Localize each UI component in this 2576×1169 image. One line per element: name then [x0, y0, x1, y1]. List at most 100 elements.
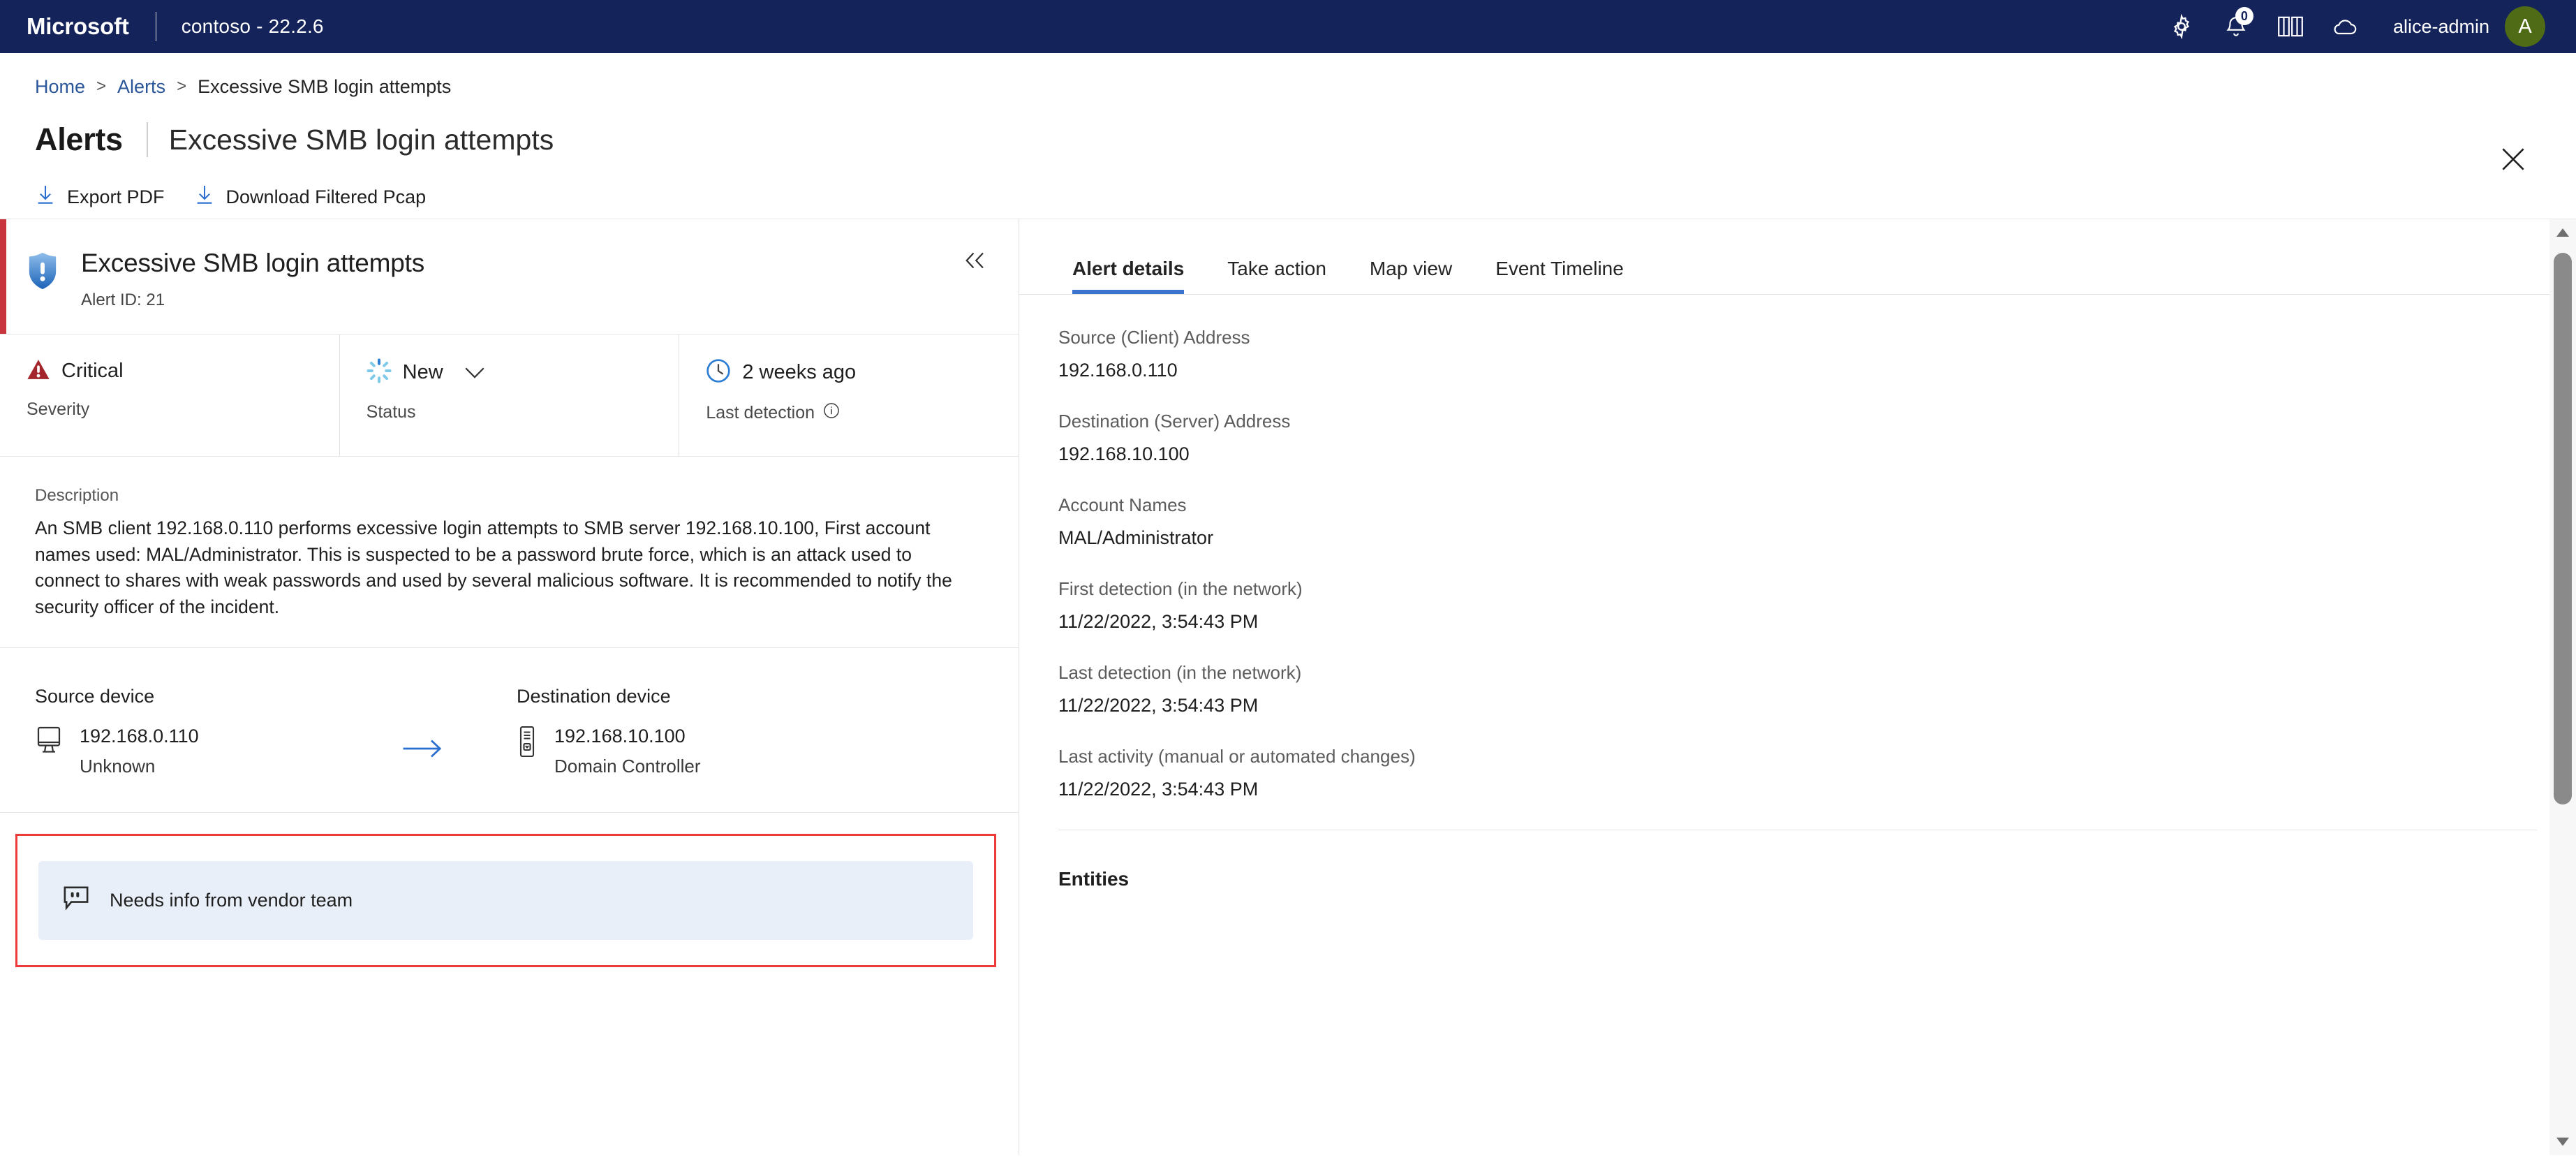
- breadcrumb-separator: >: [177, 77, 187, 96]
- download-filtered-pcap-label: Download Filtered Pcap: [225, 186, 427, 207]
- detail-value: 11/22/2022, 3:54:43 PM: [1058, 611, 1259, 632]
- scrollbar-thumb[interactable]: [2554, 253, 2572, 804]
- description-text: An SMB client 192.168.0.110 performs exc…: [35, 517, 952, 617]
- download-icon: [195, 184, 214, 210]
- detail-label: Last activity (manual or automated chang…: [1058, 746, 1416, 767]
- last-detection-label-text: Last detection: [706, 403, 815, 422]
- shield-alert-icon: [27, 251, 59, 294]
- tab-event-timeline[interactable]: Event Timeline: [1481, 258, 1638, 294]
- device-flow-block: Source device 192.168.0.110 Unknown Dest…: [0, 648, 1019, 813]
- page-title: Alerts Excessive SMB login attempts: [0, 99, 2576, 163]
- command-bar: Export PDF Download Filtered Pcap: [0, 163, 2576, 219]
- scrollbar-track[interactable]: [2549, 246, 2576, 1128]
- info-icon[interactable]: [823, 402, 840, 424]
- vertical-scrollbar[interactable]: [2549, 219, 2576, 1155]
- detail-value: MAL/Administrator: [1058, 527, 1214, 548]
- avatar[interactable]: A: [2505, 6, 2545, 47]
- detail-label: Source (Client) Address: [1058, 327, 1250, 348]
- alert-summary-panel: Excessive SMB login attempts Alert ID: 2…: [0, 219, 1019, 1155]
- destination-device-heading: Destination device: [517, 685, 671, 707]
- chevron-down-icon[interactable]: [464, 366, 485, 380]
- alert-header: Excessive SMB login attempts Alert ID: 2…: [0, 219, 1019, 334]
- severity-label: Severity: [27, 399, 90, 419]
- username-label[interactable]: alice-admin: [2393, 16, 2489, 38]
- clock-icon: [706, 358, 731, 387]
- download-filtered-pcap-button[interactable]: Download Filtered Pcap: [180, 177, 442, 217]
- detail-field: Destination (Server) Address 192.168.10.…: [1058, 411, 2534, 465]
- alert-meta-row: Critical Severity New Status 2 weeks ago…: [0, 334, 1019, 457]
- comment-text: Needs info from vendor team: [110, 889, 353, 911]
- source-device-ip[interactable]: 192.168.0.110: [80, 726, 199, 747]
- flow-arrow: [328, 686, 517, 760]
- notification-count-badge: 0: [2235, 7, 2253, 25]
- last-detection-label: Last detection: [706, 402, 1019, 424]
- detail-value: 192.168.10.100: [1058, 443, 1190, 464]
- top-navigation-bar: Microsoft contoso - 22.2.6 0 alice-admin…: [0, 0, 2576, 53]
- entities-heading: Entities: [1058, 868, 1130, 890]
- collapse-panel-icon[interactable]: [963, 250, 986, 275]
- severity-value: Critical: [61, 360, 124, 382]
- tab-take-action[interactable]: Take action: [1213, 258, 1340, 294]
- alert-id: Alert ID: 21: [81, 291, 165, 309]
- description-block: Description An SMB client 192.168.0.110 …: [0, 457, 1019, 648]
- detail-label: First detection (in the network): [1058, 578, 1303, 599]
- monitor-icon: [35, 726, 63, 758]
- tab-map-view[interactable]: Map view: [1356, 258, 1466, 294]
- breadcrumb-separator: >: [96, 77, 107, 96]
- comment-box[interactable]: Needs info from vendor team: [38, 860, 973, 940]
- critical-severity-icon: [27, 358, 50, 384]
- last-detection-cell: 2 weeks ago Last detection: [679, 334, 1019, 456]
- description-label: Description: [35, 486, 119, 505]
- alert-details-panel: Alert details Take action Map view Event…: [1019, 219, 2576, 1155]
- severity-accent-bar: [0, 219, 6, 334]
- breadcrumb-home[interactable]: Home: [35, 76, 85, 98]
- comment-icon: [62, 885, 90, 916]
- tab-alert-details[interactable]: Alert details: [1058, 258, 1198, 294]
- comment-highlight-region: Needs info from vendor team: [15, 833, 996, 967]
- bell-icon[interactable]: 0: [2209, 0, 2263, 53]
- status-label: Status: [366, 402, 416, 422]
- download-icon: [36, 184, 54, 210]
- alert-header-text: Excessive SMB login attempts Alert ID: 2…: [81, 249, 424, 310]
- cloud-icon[interactable]: [2318, 0, 2372, 53]
- detail-value: 11/22/2022, 3:54:43 PM: [1058, 695, 1259, 716]
- export-pdf-label: Export PDF: [67, 186, 165, 207]
- export-pdf-button[interactable]: Export PDF: [21, 177, 180, 217]
- alert-title: Excessive SMB login attempts: [81, 249, 425, 277]
- scroll-up-icon[interactable]: [2549, 219, 2576, 246]
- status-cell: New Status: [339, 334, 679, 456]
- detail-field: First detection (in the network) 11/22/2…: [1058, 578, 2534, 633]
- breadcrumb: Home > Alerts > Excessive SMB login atte…: [0, 53, 2576, 99]
- detail-label: Destination (Server) Address: [1058, 411, 1291, 432]
- new-status-icon: [367, 358, 392, 387]
- detail-field: Last activity (manual or automated chang…: [1058, 746, 2534, 800]
- destination-device-ip[interactable]: 192.168.10.100: [554, 726, 701, 747]
- page-title-sub: Excessive SMB login attempts: [168, 123, 554, 156]
- detail-value: 192.168.0.110: [1058, 360, 1178, 381]
- source-device-heading: Source device: [35, 685, 155, 707]
- detail-label: Account Names: [1058, 494, 1187, 515]
- last-detection-value: 2 weeks ago: [742, 361, 857, 383]
- book-icon[interactable]: [2263, 0, 2318, 53]
- main-content: Excessive SMB login attempts Alert ID: 2…: [0, 219, 2576, 1155]
- scroll-down-icon[interactable]: [2549, 1128, 2576, 1155]
- detail-tabs: Alert details Take action Map view Event…: [1019, 219, 2576, 295]
- tenant-label: contoso - 22.2.6: [181, 15, 324, 37]
- detail-label: Last detection (in the network): [1058, 662, 1302, 683]
- destination-device-column: Destination device 192.168.10.100 Domain…: [517, 686, 810, 777]
- close-icon[interactable]: [2494, 140, 2533, 179]
- detail-field: Last detection (in the network) 11/22/20…: [1058, 662, 2534, 716]
- source-device-column: Source device 192.168.0.110 Unknown: [35, 686, 328, 777]
- status-value: New: [402, 361, 443, 383]
- destination-device-type: Domain Controller: [554, 755, 701, 777]
- page-title-divider: [146, 122, 148, 157]
- source-device-type: Unknown: [80, 755, 156, 777]
- topbar-icon-group: 0 alice-admin A: [2154, 0, 2576, 53]
- breadcrumb-alerts[interactable]: Alerts: [117, 76, 165, 98]
- alert-detail-fields: Source (Client) Address 192.168.0.110 De…: [1019, 295, 2576, 800]
- microsoft-logo: Microsoft: [27, 13, 129, 39]
- breadcrumb-current: Excessive SMB login attempts: [198, 75, 452, 97]
- gear-icon[interactable]: [2154, 0, 2209, 53]
- detail-field: Source (Client) Address 192.168.0.110: [1058, 327, 2534, 381]
- detail-field: Account Names MAL/Administrator: [1058, 494, 2534, 549]
